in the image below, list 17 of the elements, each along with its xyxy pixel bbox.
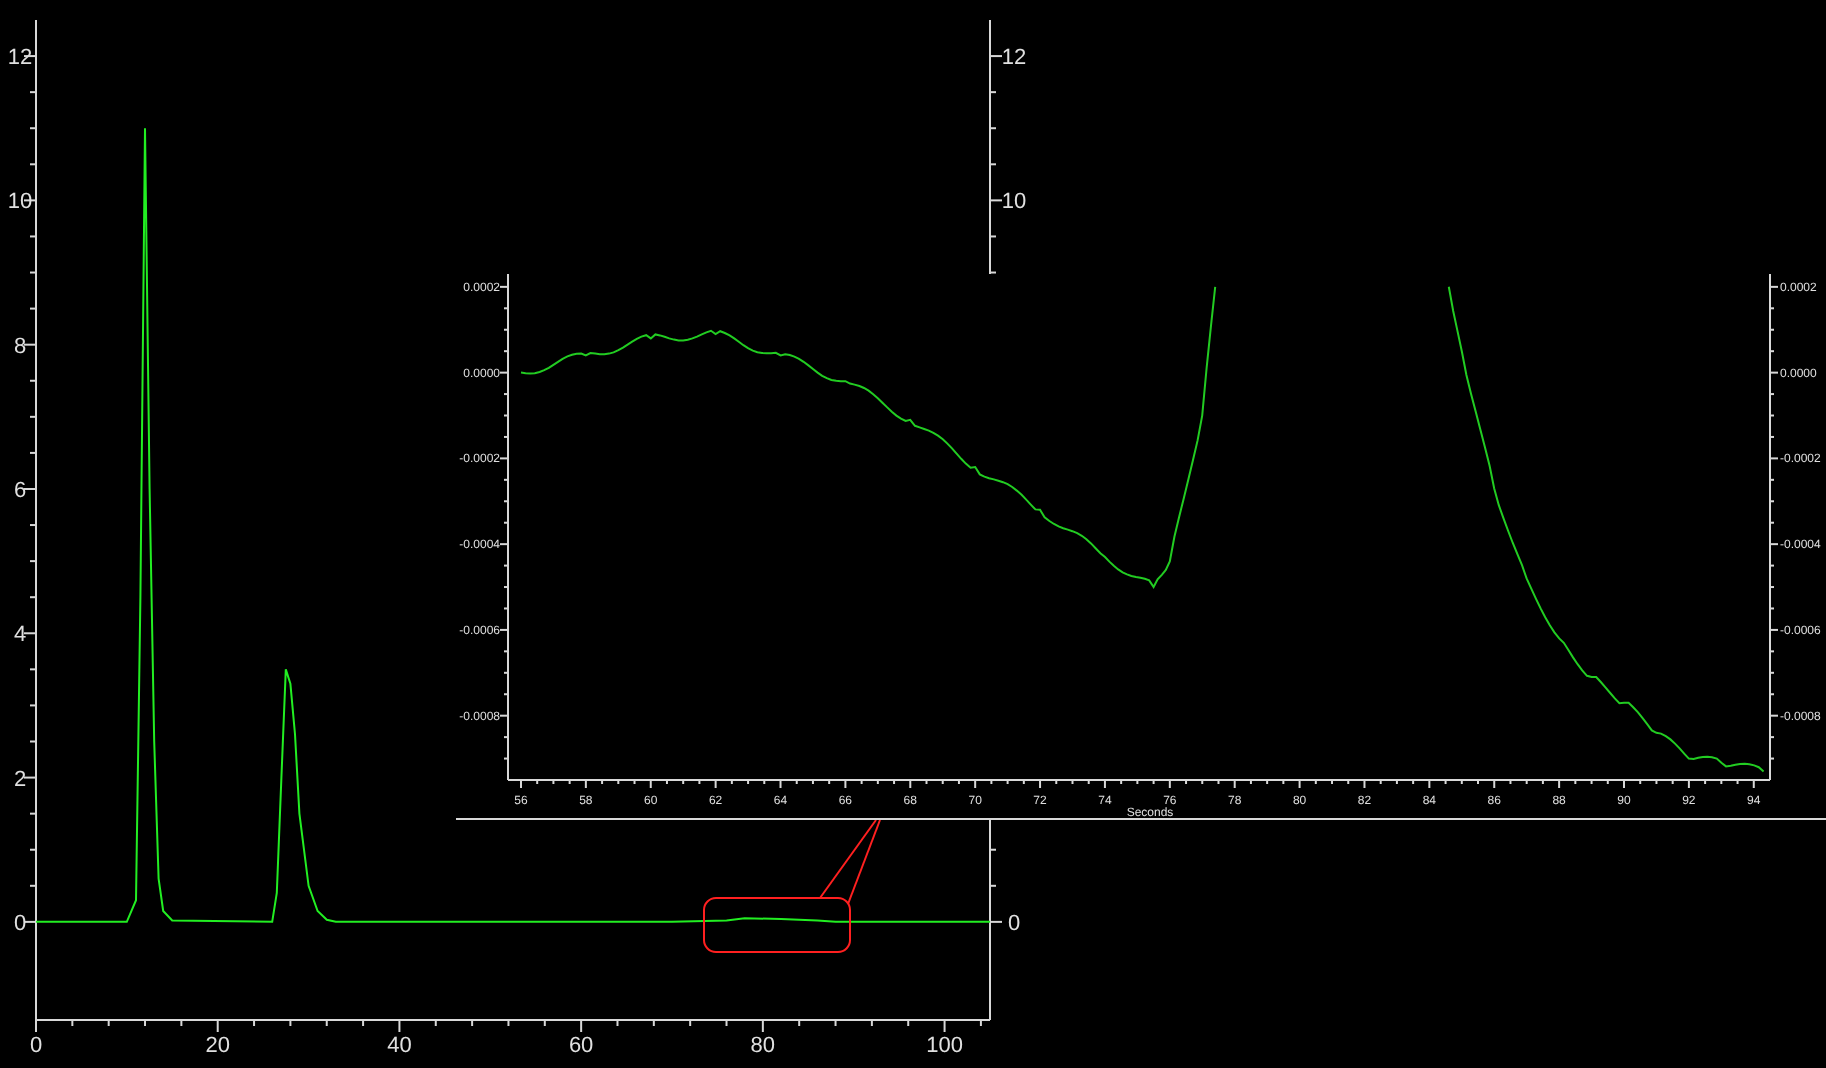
axis-label: 100 — [926, 1034, 963, 1058]
axis-label: 0 — [29, 1034, 43, 1058]
axis-label: 20 — [205, 1034, 230, 1058]
axis-label: 40 — [387, 1034, 412, 1058]
axis-label: 80 — [750, 1034, 776, 1058]
axis-label: 4 — [13, 623, 27, 648]
axis-label: 6 — [13, 479, 27, 503]
axis-label: 12 — [1001, 46, 1027, 71]
axis-label: 0 — [1007, 911, 1021, 936]
axis-label: 8 — [13, 334, 27, 359]
axis-label: 0 — [13, 911, 27, 936]
axis-label: 10 — [7, 190, 33, 215]
axis-label: 60 — [568, 1034, 594, 1058]
axis-label: 12 — [7, 46, 33, 71]
axis-label: 10 — [1001, 190, 1027, 215]
axis-label: 2 — [13, 767, 27, 792]
leader-line — [819, 819, 881, 905]
